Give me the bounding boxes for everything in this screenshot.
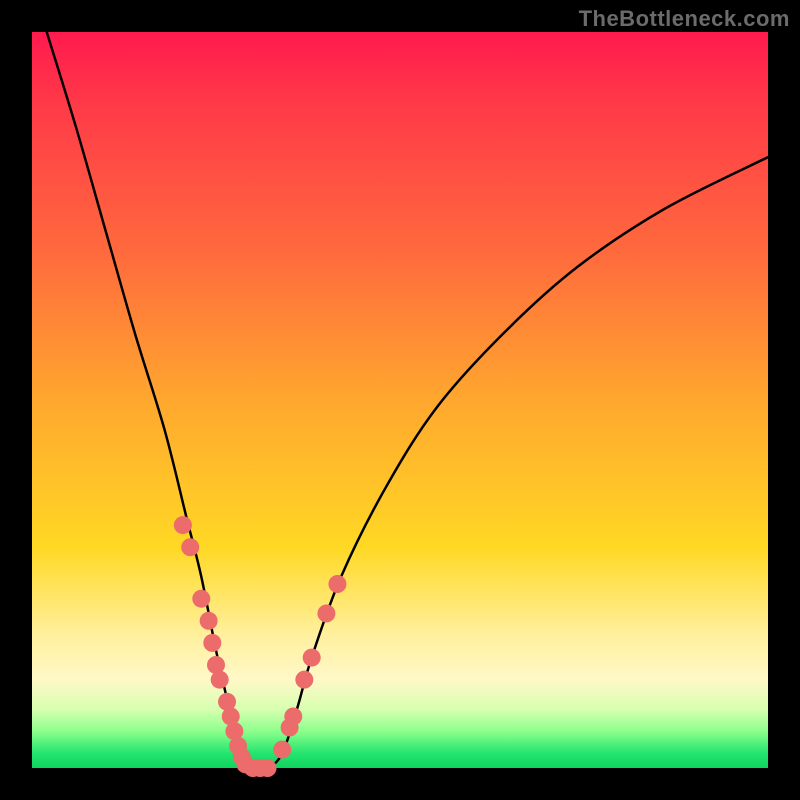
chart-container: TheBottleneck.com <box>0 0 800 800</box>
data-marker <box>295 671 313 689</box>
data-marker <box>211 671 229 689</box>
marker-group <box>174 516 347 777</box>
bottleneck-curve <box>47 32 768 769</box>
data-marker <box>181 538 199 556</box>
data-marker <box>284 707 302 725</box>
data-marker <box>303 649 321 667</box>
data-marker <box>317 604 335 622</box>
watermark-text: TheBottleneck.com <box>579 6 790 32</box>
plot-area <box>32 32 768 768</box>
data-marker <box>203 634 221 652</box>
data-marker <box>192 590 210 608</box>
data-marker <box>200 612 218 630</box>
data-marker <box>174 516 192 534</box>
curve-layer <box>32 32 768 768</box>
data-marker <box>259 759 277 777</box>
data-marker <box>328 575 346 593</box>
data-marker <box>273 741 291 759</box>
